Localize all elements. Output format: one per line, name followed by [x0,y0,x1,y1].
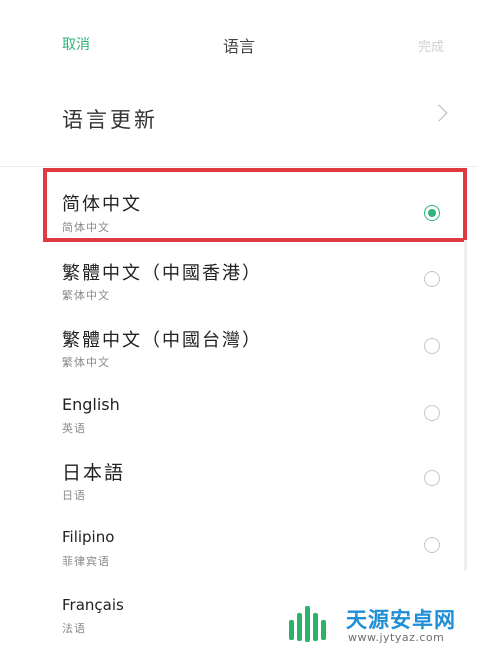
chevron-right-icon [430,104,448,122]
language-name: 繁體中文（中國香港） [62,263,262,284]
language-name: Filipino [62,528,115,546]
language-item-traditional-chinese-hk[interactable]: 繁體中文（中國香港） 繁体中文 [0,245,478,312]
radio-unselected-icon[interactable] [424,405,440,421]
language-subtitle: 日语 [62,489,86,502]
selection-highlight-box [43,168,467,242]
language-item-japanese[interactable]: 日本語 日语 [0,446,478,513]
page-title: 语言 [222,37,255,56]
radio-unselected-icon[interactable] [424,537,440,553]
watermark-logo-icon [289,606,326,642]
section-divider [0,150,478,167]
language-item-filipino[interactable]: Filipino 菲律宾语 [0,513,478,580]
language-subtitle: 菲律宾语 [62,555,110,568]
language-subtitle: 繁体中文 [62,289,110,302]
radio-unselected-icon[interactable] [424,271,440,287]
language-update-row[interactable]: 语言更新 [0,88,478,150]
language-name: 日本語 [62,462,126,484]
language-subtitle: 法语 [62,622,86,635]
language-name: Français [62,596,124,614]
language-name: 繁體中文（中國台灣） [62,330,262,351]
scrollbar[interactable] [464,240,467,570]
language-subtitle: 繁体中文 [62,356,110,369]
language-subtitle: 英语 [62,422,86,435]
language-item-english[interactable]: English 英语 [0,379,478,446]
radio-unselected-icon[interactable] [424,470,440,486]
watermark-site-name: 天源安卓网 [346,608,456,632]
radio-unselected-icon[interactable] [424,338,440,354]
language-name: English [62,395,120,414]
language-update-label: 语言更新 [62,108,158,132]
top-bar: 取消 语言 完成 [0,0,478,88]
language-item-traditional-chinese-tw[interactable]: 繁體中文（中國台灣） 繁体中文 [0,312,478,379]
watermark-url: www.jytyaz.com [348,631,445,644]
done-button[interactable]: 完成 [418,36,444,55]
